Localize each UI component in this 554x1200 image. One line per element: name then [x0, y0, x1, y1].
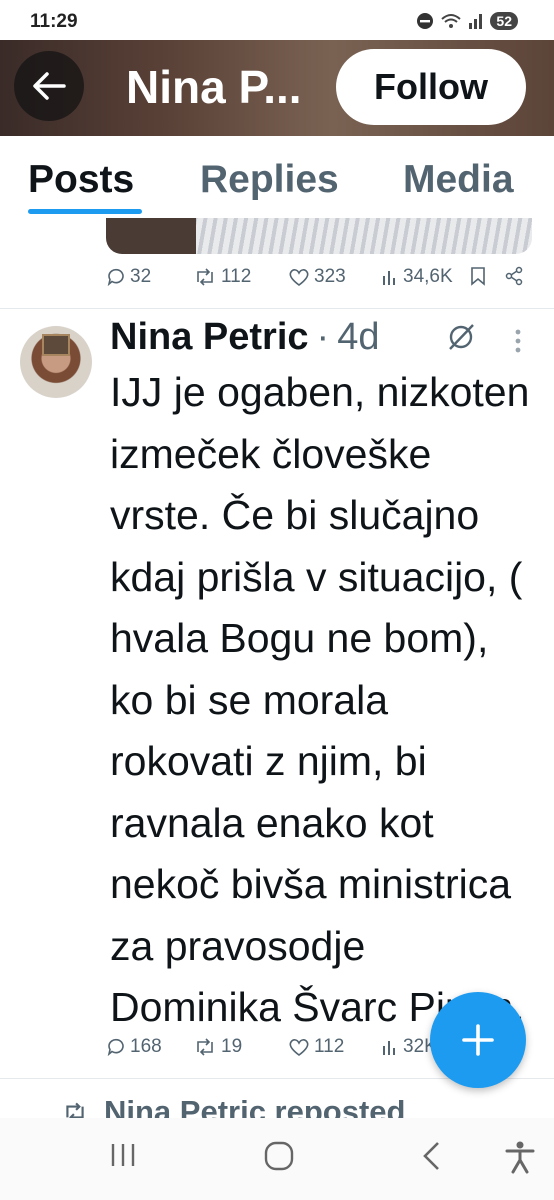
signal-icon: [469, 14, 483, 29]
views-button[interactable]: 32K: [381, 1036, 437, 1058]
recent-apps-icon[interactable]: [108, 1140, 138, 1170]
back-nav-icon[interactable]: [420, 1140, 444, 1172]
previous-tweet-media[interactable]: [106, 218, 532, 254]
battery-icon: 52: [490, 12, 518, 30]
avatar[interactable]: [20, 326, 92, 398]
profile-tabs: Posts Replies Media: [0, 136, 554, 218]
separator-dot: ·: [316, 316, 330, 358]
author-name[interactable]: Nina Petric: [110, 316, 309, 359]
share-icon: [505, 266, 523, 286]
header-title: Nina P...: [126, 61, 302, 113]
repost-count: 112: [221, 266, 252, 287]
dnd-icon: [417, 13, 434, 29]
wifi-icon: [441, 14, 462, 28]
repost-count: 19: [221, 1036, 243, 1057]
repost-button[interactable]: 112: [193, 266, 251, 288]
reply-icon: [107, 1038, 124, 1057]
more-options-icon[interactable]: [514, 328, 522, 354]
active-tab-indicator: [28, 209, 142, 214]
status-icons: 52: [416, 12, 518, 30]
reply-icon: [107, 268, 124, 287]
bookmark-icon: [471, 267, 485, 286]
grok-icon[interactable]: [446, 322, 476, 352]
tweet-time[interactable]: 4d: [337, 316, 379, 359]
system-nav-bar: [0, 1118, 554, 1200]
bookmark-button[interactable]: [470, 266, 486, 286]
home-icon[interactable]: [263, 1140, 295, 1172]
like-button[interactable]: 323: [288, 266, 346, 288]
like-button[interactable]: 112: [288, 1036, 344, 1058]
tab-posts[interactable]: Posts: [28, 158, 134, 202]
previous-tweet-actions: 32 112 323 34,6K: [0, 266, 554, 296]
accessibility-icon[interactable]: [504, 1140, 536, 1174]
share-button[interactable]: [504, 266, 524, 286]
back-button[interactable]: [14, 51, 84, 121]
repost-icon: [197, 1038, 213, 1056]
reply-button[interactable]: 32: [106, 266, 151, 288]
views-button[interactable]: 34,6K: [381, 266, 453, 288]
tab-media[interactable]: Media: [403, 158, 514, 202]
divider: [0, 308, 554, 309]
views-icon: [383, 1041, 395, 1055]
arrow-left-icon: [33, 72, 66, 100]
status-bar: 11:29 52: [0, 0, 554, 40]
heart-icon: [289, 269, 309, 287]
reply-button[interactable]: 168: [106, 1036, 162, 1058]
tweet-text: IJJ je ogaben, nizkoten izmeček človeške…: [110, 369, 530, 1030]
repost-icon: [197, 268, 213, 286]
tab-replies[interactable]: Replies: [200, 158, 339, 202]
status-time: 11:29: [30, 11, 78, 32]
compose-button[interactable]: [430, 992, 526, 1088]
plus-icon: [462, 1024, 494, 1056]
repost-button[interactable]: 19: [193, 1036, 242, 1058]
heart-icon: [289, 1039, 309, 1057]
reply-count: 32: [130, 266, 152, 287]
tweet-header: Nina Petric · 4d: [110, 316, 379, 360]
views-icon: [383, 271, 395, 285]
views-count: 34,6K: [403, 266, 453, 287]
follow-button[interactable]: Follow: [336, 49, 526, 125]
profile-header: Nina P... Follow: [0, 40, 554, 136]
like-count: 112: [314, 1036, 345, 1057]
like-count: 323: [314, 266, 346, 287]
reply-count: 168: [130, 1036, 162, 1057]
